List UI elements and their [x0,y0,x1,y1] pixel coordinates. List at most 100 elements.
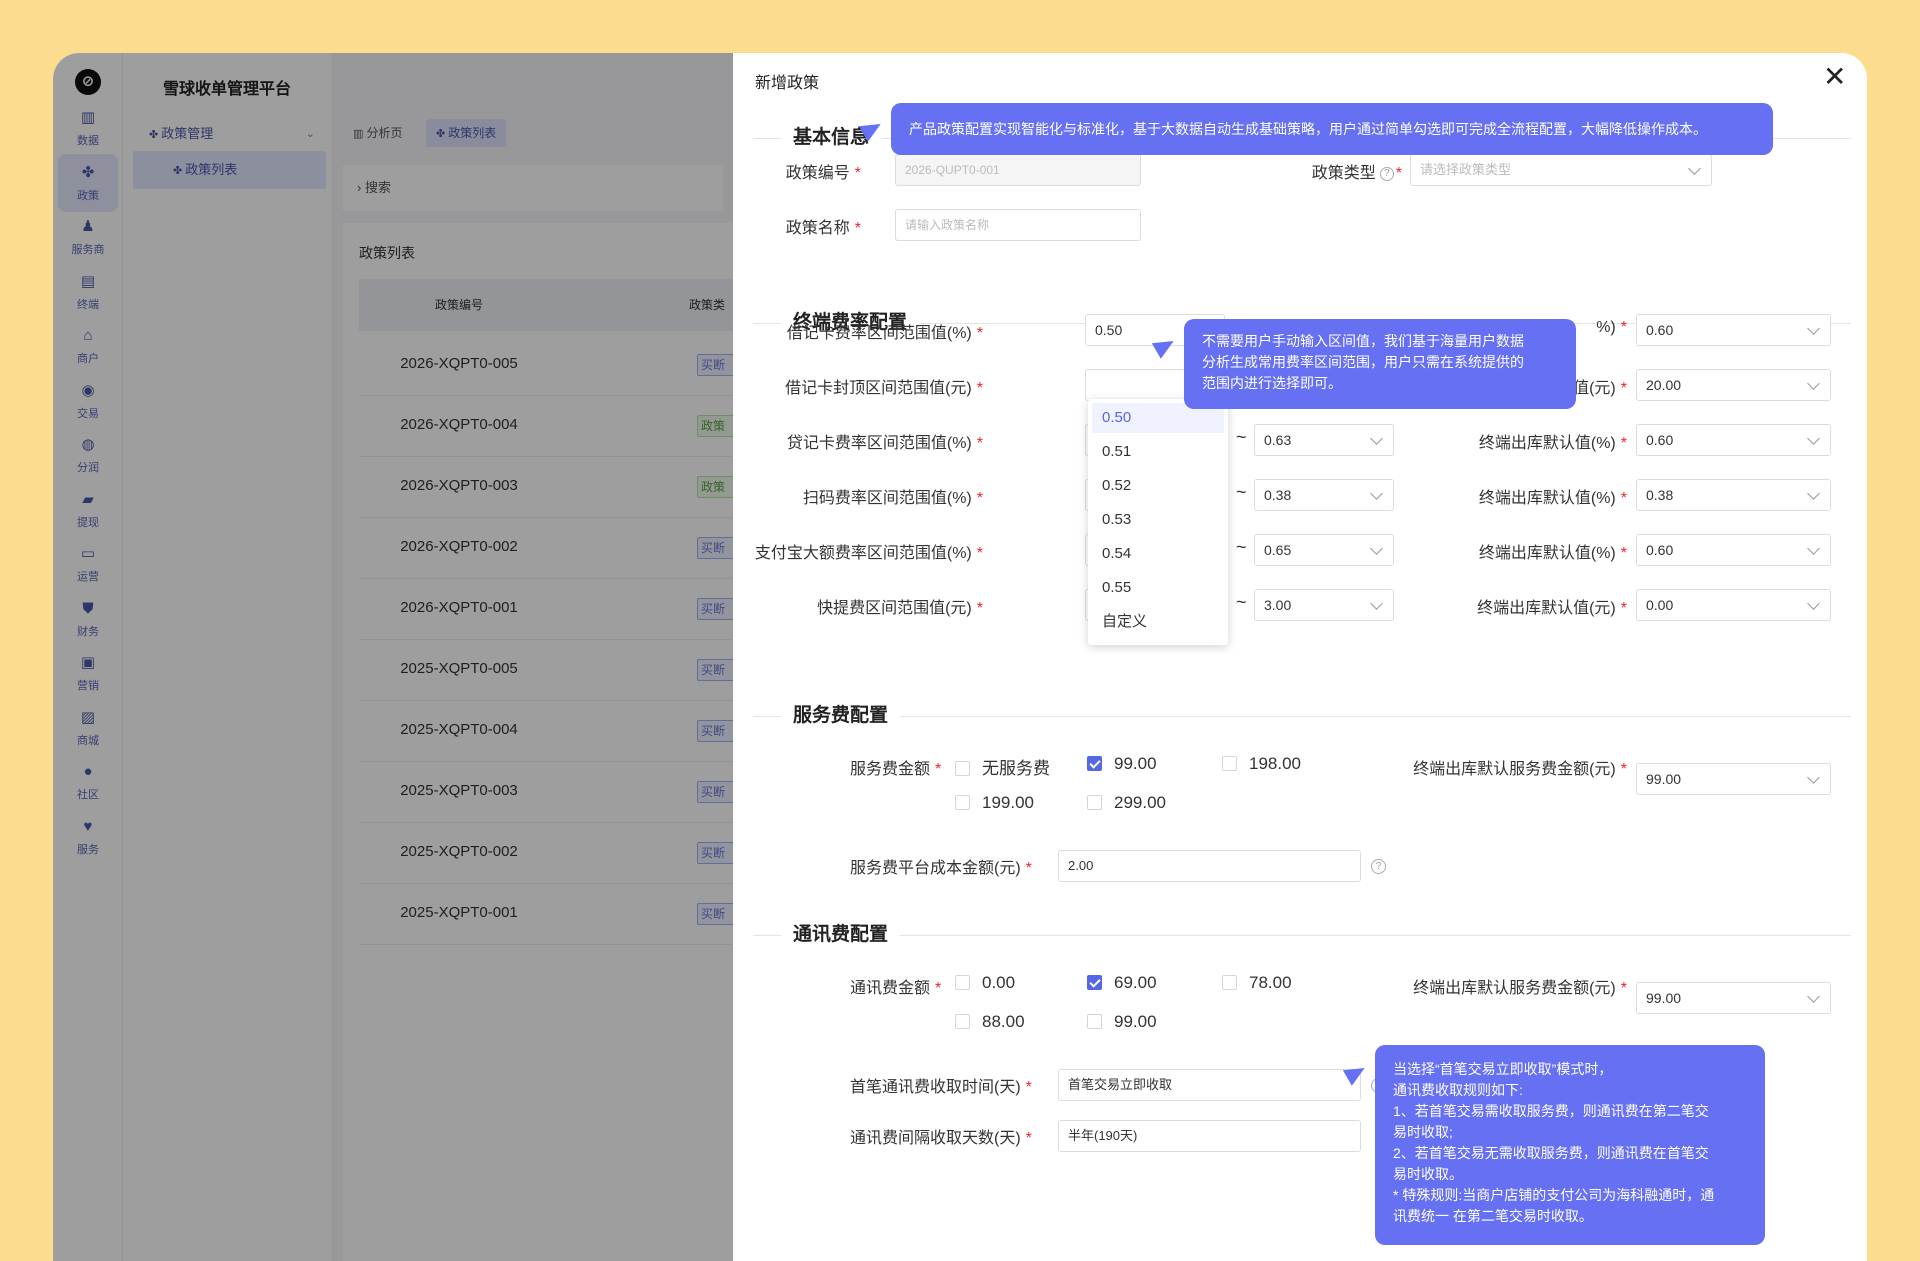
checkbox-label: 99.00 [1114,1012,1157,1031]
checkbox-label: 无服务费 [982,759,1050,778]
chevron-down-icon [1807,487,1820,500]
tooltip-line: 易时收取。 [1393,1166,1463,1182]
policy-type-select[interactable]: 请选择政策类型 [1410,154,1712,186]
section-title: 服务费配置 [781,701,901,731]
default-value-select[interactable]: 20.00 [1636,369,1831,401]
default-label: 终端出库默认值(%) * [1478,435,1627,452]
app-frame: ⊘ ▥ 数据 ✤ 政策 ♟ 服务商 ▤ 终端 ⌂ 商户 ◉ 交易 ◍ 分润 ▰ 提现 ▭ 运营 ⛊ 财务 ▣ 营销 ▨ 商城 ●… [53,53,1867,1261]
policy-name-input[interactable]: 请输入政策名称 [895,209,1141,241]
rate-label: 贷记卡费率区间范围值(%) * [786,435,983,452]
dropdown-option[interactable]: 0.54 [1092,539,1224,569]
checkbox-option[interactable]: 0.00 [955,973,1015,993]
service-amount-label: 服务费金额 * [850,761,942,778]
checkbox-checked-icon[interactable] [1087,975,1102,990]
checkbox-label: 99.00 [1114,754,1157,773]
checkbox-option[interactable]: 299.00 [1087,793,1166,813]
tooltip-line: 不需要用户手动输入区间值，我们基于海量用户数据 [1202,333,1524,349]
checkbox-icon[interactable] [1087,1014,1102,1029]
checkbox-label: 198.00 [1249,754,1301,773]
rate-label: 支付宝大额费率区间范围值(%) * [754,545,983,562]
range-separator: ~ [1236,592,1247,612]
rate-label: 借记卡费率区间范围值(%) * [786,325,983,342]
chevron-down-icon [1807,322,1820,335]
fee-interval-label: 通讯费间隔收取天数(天) * [850,1130,1032,1147]
section-service: 服务费配置 [753,701,1851,731]
tooltip-line: 讯费统一 在第二笔交易时收取。 [1393,1208,1593,1224]
comm-default-select[interactable]: 99.00 [1636,982,1831,1014]
tooltip-line: 分析生成常用费率区间范围，用户只需在系统提供的 [1202,354,1524,370]
checkbox-option[interactable]: 99.00 [1087,754,1157,774]
checkbox-option[interactable]: 88.00 [955,1012,1025,1032]
rate-label: 快提费区间范围值(元) * [817,600,983,617]
rate-max-select[interactable]: 0.38 [1254,479,1394,511]
checkbox-option[interactable]: 无服务费 [955,754,1050,779]
dropdown-option[interactable]: 0.51 [1092,437,1224,467]
tooltip-comm-rule: 当选择“首笔交易立即收取”模式时， 通讯费收取规则如下: 1、若首笔交易需收取服务费… [1375,1045,1765,1245]
dropdown-option[interactable]: 0.53 [1092,505,1224,535]
service-cost-label: 服务费平台成本金额(元) * [850,860,1032,877]
policy-type-label: 政策类型? * [1311,165,1402,182]
rate-max-select[interactable]: 0.63 [1254,424,1394,456]
fee-interval-input[interactable]: 半年(190天) [1058,1120,1361,1152]
tooltip-line: 通讯费收取规则如下: [1393,1082,1523,1098]
tooltip-banner: 产品政策配置实现智能化与标准化，基于大数据自动生成基础策略，用户通过简单勾选即可… [891,103,1773,155]
checkbox-icon[interactable] [955,795,970,810]
checkbox-icon[interactable] [1222,975,1237,990]
help-icon[interactable]: ? [1371,859,1386,874]
checkbox-label: 199.00 [982,793,1034,812]
comm-default-label: 终端出库默认服务费金额(元) * [1413,980,1627,997]
checkbox-label: 0.00 [982,973,1016,992]
dropdown-option[interactable]: 自定义 [1092,607,1224,637]
checkbox-icon[interactable] [1087,795,1102,810]
checkbox-option[interactable]: 198.00 [1222,754,1301,774]
chevron-down-icon [1370,487,1383,500]
dropdown-option[interactable]: 0.55 [1092,573,1224,603]
checkbox-icon[interactable] [955,761,970,776]
policy-code-input[interactable]: 2026-QUPT0-001 [895,154,1141,186]
close-icon[interactable]: ✕ [1823,63,1846,91]
drawer-title: 新增政策 [755,75,820,92]
tooltip-line: 2、若首笔交易无需收取服务费，则通讯费在首笔交 [1393,1145,1709,1161]
default-value-select[interactable]: 0.00 [1636,589,1831,621]
default-value-select[interactable]: 0.60 [1636,314,1831,346]
service-default-label: 终端出库默认服务费金额(元) * [1413,761,1627,778]
default-label: %) * [1596,319,1627,336]
checkbox-option[interactable]: 199.00 [955,793,1034,813]
checkbox-option[interactable]: 78.00 [1222,973,1292,993]
default-value-select[interactable]: 0.60 [1636,424,1831,456]
default-label: 终端出库默认值(%) * [1478,490,1627,507]
default-label: 终端出库默认值(%) * [1478,545,1627,562]
policy-name-label: 政策名称 * [785,220,861,237]
checkbox-option[interactable]: 69.00 [1087,973,1157,993]
service-default-select[interactable]: 99.00 [1636,763,1831,795]
checkbox-icon[interactable] [1222,756,1237,771]
checkbox-icon[interactable] [955,975,970,990]
chevron-down-icon [1688,162,1701,175]
service-cost-input[interactable]: 2.00 [1058,850,1361,882]
chevron-down-icon [1807,771,1820,784]
dropdown-option[interactable]: 0.52 [1092,471,1224,501]
rate-max-select[interactable]: 3.00 [1254,589,1394,621]
section-comm: 通讯费配置 [753,920,1851,950]
section-title: 通讯费配置 [781,920,901,950]
rate-max-select[interactable]: 0.65 [1254,534,1394,566]
default-value-select[interactable]: 0.60 [1636,534,1831,566]
first-fee-time-input[interactable]: 首笔交易立即收取 [1058,1069,1361,1101]
checkbox-label: 78.00 [1249,973,1292,992]
checkbox-icon[interactable] [955,1014,970,1029]
default-value-select[interactable]: 0.38 [1636,479,1831,511]
policy-code-label: 政策编号 * [785,165,861,182]
tooltip-line: 1、若首笔交易需收取服务费，则通讯费在第二笔交 [1393,1103,1709,1119]
checkbox-label: 299.00 [1114,793,1166,812]
checkbox-option[interactable]: 99.00 [1087,1012,1157,1032]
modal-mask[interactable] [53,53,733,1261]
help-icon[interactable]: ? [1379,167,1394,181]
tooltip-text: 产品政策配置实现智能化与标准化，基于大数据自动生成基础策略，用户通过简单勾选即可… [909,121,1707,137]
range-separator: ~ [1236,427,1247,447]
chevron-down-icon [1370,542,1383,555]
rate-label: 借记卡封顶区间范围值(元) * [785,380,983,397]
default-label: 终端出库默认值(元)* [1477,600,1627,617]
comm-amount-label: 通讯费金额 * [850,980,942,997]
checkbox-checked-icon[interactable] [1087,756,1102,771]
checkbox-label: 88.00 [982,1012,1025,1031]
